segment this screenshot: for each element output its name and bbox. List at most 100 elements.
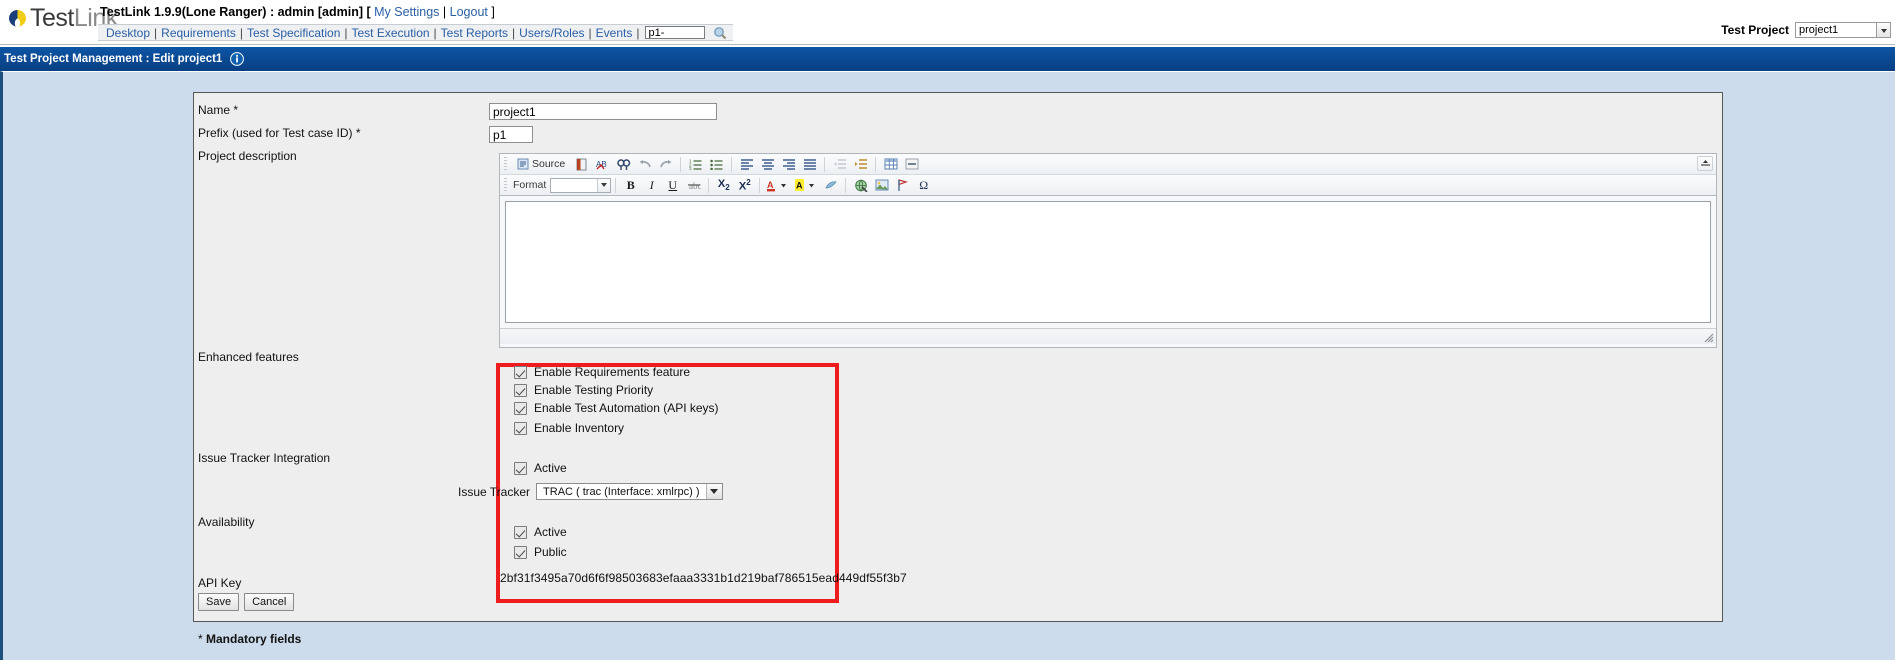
editor-toolbar-row-1: Source AB 123 bbox=[500, 154, 1716, 175]
resize-handle-icon[interactable] bbox=[1702, 331, 1714, 343]
numbered-list-button[interactable]: 123 bbox=[686, 156, 705, 173]
mandatory-fields-note: * Mandatory fields bbox=[198, 632, 301, 646]
availability-label: Availability bbox=[198, 515, 255, 529]
form-actions: Save Cancel bbox=[198, 593, 295, 611]
leaf-icon bbox=[8, 9, 27, 28]
search-input[interactable] bbox=[645, 26, 706, 39]
align-right-button[interactable] bbox=[779, 156, 798, 173]
chevron-down-icon[interactable] bbox=[597, 178, 611, 192]
checkbox-checked-icon[interactable] bbox=[514, 383, 527, 397]
cancel-button[interactable]: Cancel bbox=[244, 593, 295, 611]
checkbox-label: Active bbox=[534, 461, 567, 475]
chevron-down-icon[interactable] bbox=[705, 484, 722, 499]
source-button-label: Source bbox=[532, 158, 566, 170]
issue-tracker-select-value: TRAC ( trac (Interface: xmlrpc) ) bbox=[543, 485, 700, 498]
align-justify-button[interactable] bbox=[800, 156, 819, 173]
nav-item-test-reports[interactable]: Test Reports bbox=[439, 26, 510, 40]
nav-sep-7: | bbox=[636, 25, 640, 40]
outdent-button[interactable] bbox=[830, 156, 849, 173]
text-color-button[interactable]: A bbox=[765, 177, 791, 194]
enable-inventory-checkbox[interactable]: Enable Inventory bbox=[514, 421, 624, 435]
issue-tracker-select[interactable]: TRAC ( trac (Interface: xmlrpc) ) bbox=[536, 483, 723, 500]
checkbox-label: Enable Requirements feature bbox=[534, 365, 691, 379]
save-button[interactable]: Save bbox=[198, 593, 240, 611]
availability-active-checkbox[interactable]: Active bbox=[514, 525, 567, 539]
special-char-button[interactable]: Ω bbox=[914, 177, 933, 194]
subscript-button[interactable]: X2 bbox=[714, 177, 733, 194]
checkbox-label: Public bbox=[534, 545, 567, 559]
indent-button[interactable] bbox=[851, 156, 870, 173]
nav-item-test-execution[interactable]: Test Execution bbox=[350, 26, 432, 40]
checkbox-label: Active bbox=[534, 525, 567, 539]
find-replace-button[interactable] bbox=[614, 156, 633, 173]
bold-button[interactable]: B bbox=[621, 177, 640, 194]
project-description-editor[interactable]: Source AB 123 Format B I U abc X2 X2 A A… bbox=[499, 153, 1717, 348]
spellcheck-button[interactable]: AB bbox=[593, 156, 612, 173]
main-nav: Desktop | Requirements | Test Specificat… bbox=[98, 24, 734, 41]
superscript-button[interactable]: X2 bbox=[735, 177, 754, 194]
issue-tracker-integration-label: Issue Tracker Integration bbox=[198, 451, 331, 465]
info-icon[interactable] bbox=[230, 52, 245, 66]
image-button[interactable] bbox=[872, 177, 891, 194]
checkbox-label: Enable Testing Priority bbox=[534, 383, 654, 397]
checkbox-checked-icon[interactable] bbox=[514, 421, 527, 435]
enable-testing-priority-checkbox[interactable]: Enable Testing Priority bbox=[514, 383, 653, 397]
name-input[interactable] bbox=[489, 103, 717, 120]
logout-link[interactable]: Logout bbox=[450, 5, 488, 19]
nav-sep-1: | bbox=[154, 25, 158, 40]
page-body: Name * Prefix (used for Test case ID) * … bbox=[0, 71, 1895, 660]
editor-toolbar-row-2: Format B I U abc X2 X2 A A Ω bbox=[500, 175, 1716, 196]
format-select[interactable] bbox=[550, 177, 612, 193]
toolbar-grip-icon bbox=[504, 178, 507, 192]
toolbar-grip-icon bbox=[504, 157, 507, 171]
link-button[interactable] bbox=[851, 177, 870, 194]
field-row-availability: Availability bbox=[194, 515, 489, 529]
required-marker: * bbox=[355, 126, 361, 140]
magnifier-icon[interactable] bbox=[713, 26, 727, 40]
nav-sep-3: | bbox=[344, 25, 348, 40]
logo-text-primary: Test bbox=[30, 4, 74, 32]
issue-tracker-active-checkbox[interactable]: Active bbox=[514, 461, 567, 475]
nav-item-requirements[interactable]: Requirements bbox=[159, 26, 238, 40]
undo-button[interactable] bbox=[635, 156, 654, 173]
nav-item-test-specification[interactable]: Test Specification bbox=[245, 26, 342, 40]
nav-item-users-roles[interactable]: Users/Roles bbox=[517, 26, 586, 40]
remove-format-button[interactable] bbox=[821, 177, 840, 194]
field-row-api-key: API Key bbox=[194, 576, 489, 590]
source-button[interactable]: Source bbox=[512, 156, 570, 173]
checkbox-checked-icon[interactable] bbox=[514, 461, 527, 475]
toolbar-separator bbox=[759, 177, 761, 193]
align-center-button[interactable] bbox=[758, 156, 777, 173]
nav-item-events[interactable]: Events bbox=[594, 26, 635, 40]
bulleted-list-button[interactable] bbox=[707, 156, 726, 173]
nav-item-desktop[interactable]: Desktop bbox=[104, 26, 152, 40]
api-key-value: 2bf31f3495a70d6f6f98503683efaaa3331b1d21… bbox=[500, 571, 907, 585]
test-project-input[interactable] bbox=[1795, 22, 1877, 38]
user-line-pipe: | bbox=[442, 5, 447, 19]
checkbox-checked-icon[interactable] bbox=[514, 525, 527, 539]
availability-public-checkbox[interactable]: Public bbox=[514, 545, 567, 559]
anchor-button[interactable] bbox=[893, 177, 912, 194]
nav-sep-6: | bbox=[588, 25, 592, 40]
redo-button[interactable] bbox=[656, 156, 675, 173]
description-textarea[interactable] bbox=[505, 201, 1711, 323]
checkbox-checked-icon[interactable] bbox=[514, 365, 527, 379]
strikethrough-button[interactable]: abc bbox=[684, 177, 703, 194]
templates-button[interactable] bbox=[572, 156, 591, 173]
checkbox-checked-icon[interactable] bbox=[514, 545, 527, 559]
chevron-down-icon[interactable] bbox=[1877, 22, 1891, 38]
issue-tracker-select-row: Issue Tracker TRAC ( trac (Interface: xm… bbox=[458, 483, 723, 500]
enable-test-automation-checkbox[interactable]: Enable Test Automation (API keys) bbox=[514, 401, 719, 415]
enable-requirements-checkbox[interactable]: Enable Requirements feature bbox=[514, 365, 690, 379]
italic-button[interactable]: I bbox=[642, 177, 661, 194]
my-settings-link[interactable]: My Settings bbox=[374, 5, 439, 19]
horizontal-rule-button[interactable] bbox=[902, 156, 921, 173]
align-left-button[interactable] bbox=[737, 156, 756, 173]
nav-sep-4: | bbox=[433, 25, 437, 40]
checkbox-checked-icon[interactable] bbox=[514, 401, 527, 415]
prefix-input[interactable] bbox=[489, 126, 533, 143]
collapse-toolbar-icon[interactable] bbox=[1697, 156, 1713, 171]
underline-button[interactable]: U bbox=[663, 177, 682, 194]
insert-table-button[interactable] bbox=[881, 156, 900, 173]
background-color-button[interactable]: A bbox=[793, 177, 819, 194]
